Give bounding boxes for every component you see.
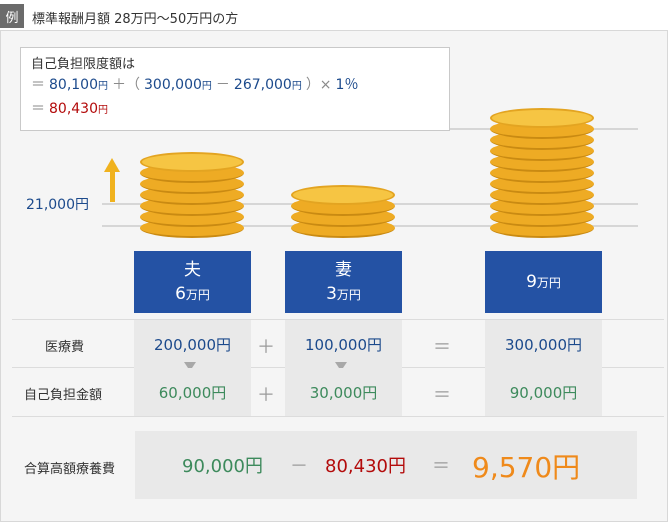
total-amount-unit: 万円 <box>536 275 561 290</box>
husband-medical-cost: 200,000円 <box>134 320 251 368</box>
husband-amount-value: 6 <box>175 283 186 304</box>
up-arrow-icon <box>104 158 120 172</box>
husband-amount-unit: 万円 <box>185 287 210 302</box>
header: 例 標準報酬月額 28万円～50万円の方 <box>0 0 668 30</box>
minus-sign: － <box>290 456 308 477</box>
wife-name: 妻 <box>335 259 352 280</box>
formula-plus: ＋（ <box>112 77 140 93</box>
example-tag: 例 <box>0 4 24 28</box>
formula-minus: － <box>215 77 230 93</box>
husband-amount: 6万円 <box>175 282 210 307</box>
coin-top <box>490 108 594 128</box>
row-divider <box>12 416 664 417</box>
husband-box: 夫 6万円 <box>134 251 251 313</box>
formula-result-yen: 円 <box>98 105 108 116</box>
wife-amount-unit: 万円 <box>336 287 361 302</box>
wife-box: 妻 3万円 <box>285 251 402 313</box>
medical-cost-label: 医療費 <box>45 340 85 355</box>
formula-base-yen: 円 <box>98 81 108 92</box>
equals-sign: ＝ <box>433 385 451 406</box>
wife-amount: 3万円 <box>326 282 361 307</box>
equals-sign: ＝ <box>432 456 450 477</box>
equals-sign: ＝ <box>31 101 45 117</box>
combined-copay: 90,000円 <box>182 456 263 477</box>
equals-sign: ＝ <box>433 337 451 358</box>
formula-b: 267,000 <box>233 77 292 93</box>
plus-sign: ＋ <box>257 337 275 358</box>
formula-rate: 1％ <box>335 77 359 93</box>
total-copay: 90,000円 <box>485 368 602 416</box>
wife-amount-value: 3 <box>326 283 337 304</box>
wife-copay: 30,000円 <box>285 368 402 416</box>
formula-line-1: ＝ 80,100円 ＋（ 300,000円－ 267,000円 ）× 1％ <box>31 74 439 98</box>
formula-title: 自己負担限度額は <box>31 57 136 72</box>
total-amount: 9万円 <box>526 270 561 295</box>
formula-a: 300,000 <box>144 77 202 93</box>
plus-sign: ＋ <box>257 385 275 406</box>
combined-label: 合算高額療養費 <box>24 462 116 477</box>
header-title: 標準報酬月額 28万円～50万円の方 <box>32 12 239 27</box>
equals-sign: ＝ <box>31 77 45 93</box>
total-medical-cost: 300,000円 <box>485 320 602 368</box>
formula-a-yen: 円 <box>201 81 212 92</box>
copay-label: 自己負担金額 <box>24 388 103 403</box>
up-arrow-shaft <box>110 172 115 202</box>
husband-name: 夫 <box>184 259 201 280</box>
formula-base: 80,100 <box>49 77 98 93</box>
total-box: 9万円 <box>485 251 602 313</box>
coin-top <box>291 185 395 205</box>
formula-result: 80,430 <box>49 101 98 117</box>
formula-b-yen: 円 <box>291 81 302 92</box>
husband-copay: 60,000円 <box>134 368 251 416</box>
wife-medical-cost: 100,000円 <box>285 320 402 368</box>
formula-box: 自己負担限度額は ＝ 80,100円 ＋（ 300,000円－ 267,000円 ）× 1％… <box>20 47 450 131</box>
combined-limit: 80,430円 <box>325 456 406 477</box>
coin-top <box>140 152 244 172</box>
formula-close: ）× <box>305 77 332 93</box>
total-amount-value: 9 <box>526 271 537 292</box>
combined-result: 9,570円 <box>472 451 581 484</box>
formula-line-2: ＝ 80,430円 <box>31 98 439 122</box>
threshold-label: 21,000円 <box>26 197 89 213</box>
